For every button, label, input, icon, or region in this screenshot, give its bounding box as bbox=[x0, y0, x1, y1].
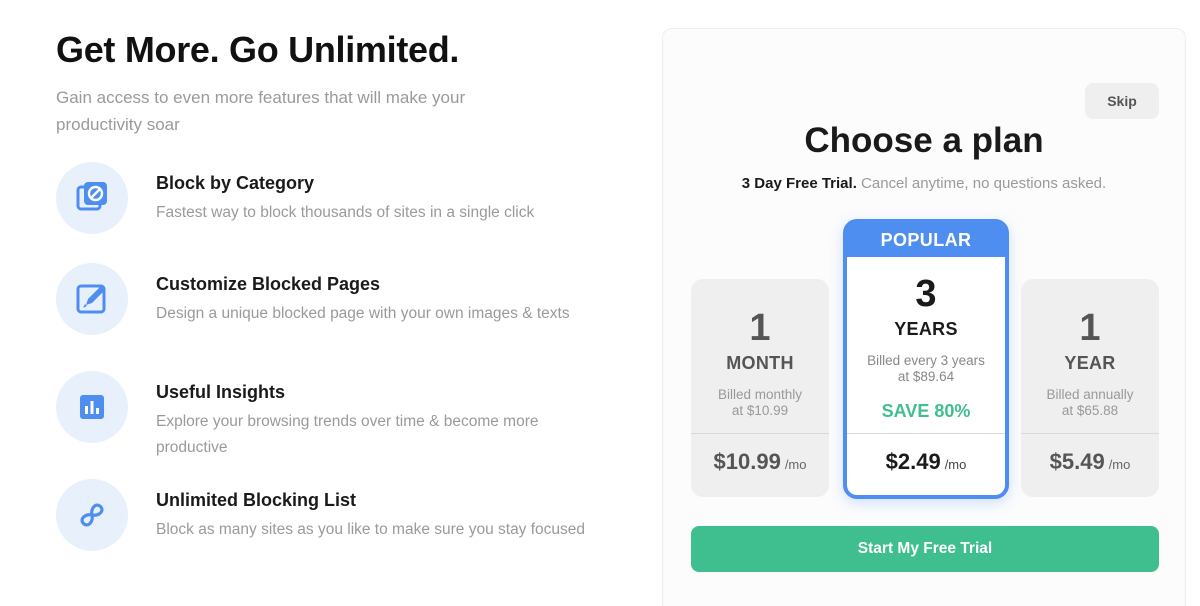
savings-label: SAVE 80% bbox=[881, 401, 971, 421]
plan-duration-unit: YEAR bbox=[1064, 353, 1116, 373]
plan-duration-number: 1 bbox=[1079, 307, 1101, 349]
edit-page-icon bbox=[56, 263, 128, 335]
divider bbox=[691, 433, 829, 434]
trial-info: 3 Day Free Trial. Cancel anytime, no que… bbox=[663, 175, 1185, 192]
feature-title: Block by Category bbox=[156, 173, 315, 193]
plan-duration-unit: YEARS bbox=[894, 319, 958, 339]
headline: Get More. Go Unlimited. bbox=[56, 29, 460, 70]
plan-billing-note: Billed annually at $65.88 bbox=[1046, 387, 1134, 418]
plan-duration-unit: MONTH bbox=[726, 353, 794, 373]
start-free-trial-button[interactable]: Start My Free Trial bbox=[691, 526, 1159, 572]
chart-icon bbox=[56, 371, 128, 443]
subheadline: Gain access to even more features that w… bbox=[56, 88, 466, 134]
trial-highlight: 3 Day Free Trial. bbox=[741, 175, 857, 192]
feature-title: Unlimited Blocking List bbox=[156, 490, 357, 510]
plan-duration-number: 3 bbox=[915, 273, 937, 315]
features-section: Get More. Go Unlimited. Gain access to e… bbox=[56, 28, 616, 551]
feature-description: Fastest way to block thousands of sites … bbox=[156, 204, 535, 221]
infinity-icon bbox=[56, 479, 128, 551]
feature-description: Design a unique blocked page with your o… bbox=[156, 305, 570, 322]
feature-title: Customize Blocked Pages bbox=[156, 274, 381, 294]
plan-price: $10.99/mo bbox=[713, 449, 807, 474]
plan-price: $5.49/mo bbox=[1049, 449, 1131, 474]
feature-description: Block as many sites as you like to make … bbox=[156, 521, 586, 538]
feature-title: Useful Insights bbox=[156, 382, 286, 402]
block-category-icon bbox=[56, 162, 128, 234]
plan-billing-note: Billed monthly at $10.99 bbox=[717, 387, 803, 418]
plan-duration-number: 1 bbox=[749, 307, 771, 349]
plan-price: $2.49/mo bbox=[885, 449, 967, 474]
plan-card-yearly[interactable]: 1 YEAR Billed annually at $65.88 $5.49/m… bbox=[1021, 279, 1159, 497]
divider bbox=[847, 433, 1005, 434]
popular-badge: POPULAR bbox=[847, 223, 1005, 257]
plan-title: Choose a plan bbox=[804, 121, 1044, 160]
plan-billing-note: Billed every 3 years at $89.64 bbox=[867, 353, 985, 384]
plan-card-3-years[interactable]: POPULAR 3 YEARS Billed every 3 years at … bbox=[843, 219, 1009, 499]
skip-button[interactable]: Skip bbox=[1085, 83, 1159, 119]
divider bbox=[1021, 433, 1159, 434]
feature-description: Explore your browsing trends over time &… bbox=[156, 413, 539, 456]
plan-card-monthly[interactable]: 1 MONTH Billed monthly at $10.99 $10.99/… bbox=[691, 279, 829, 497]
trial-note: Cancel anytime, no questions asked. bbox=[856, 175, 1107, 192]
plan-panel: Skip Choose a plan 3 Day Free Trial. Can… bbox=[662, 28, 1186, 606]
